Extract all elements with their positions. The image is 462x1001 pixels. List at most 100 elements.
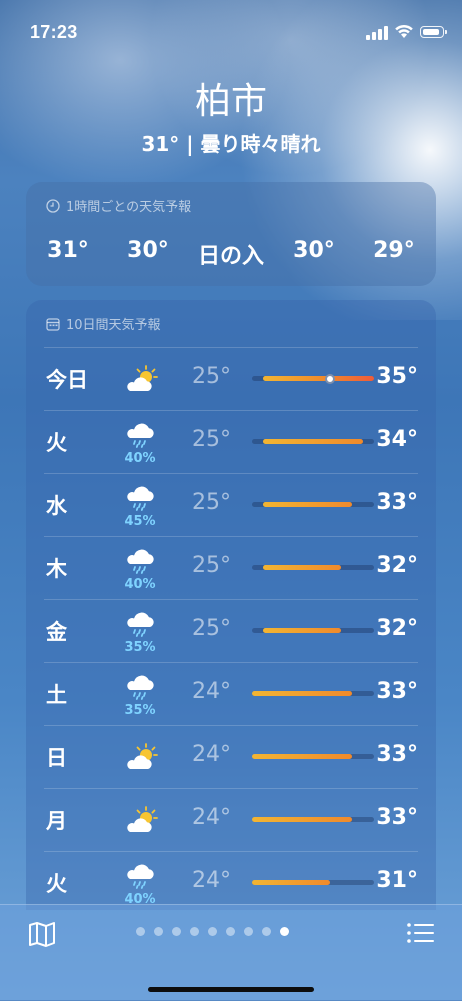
high-temperature: 35° xyxy=(376,364,418,389)
cloud-rain-icon xyxy=(124,608,158,638)
status-bar: 17:23 xyxy=(0,0,462,64)
cloud-rain-icon xyxy=(124,482,158,512)
clock-icon xyxy=(46,198,60,213)
ten-day-forecast-title: 10日間天気予報 xyxy=(66,318,161,333)
temperature-range-bar xyxy=(252,880,330,885)
temperature-range-bar xyxy=(263,565,341,570)
temperature-range-bar xyxy=(252,754,352,759)
forecast-row[interactable]: 木 40% 25° 32° xyxy=(44,536,418,599)
calendar-icon xyxy=(46,317,60,331)
cloud-rain-icon xyxy=(124,860,158,890)
sun-behind-cloud-icon xyxy=(124,364,158,394)
current-temperature-marker xyxy=(324,373,335,384)
temperature-range-track xyxy=(252,754,374,759)
page-dot[interactable] xyxy=(262,927,271,936)
temperature-range-bar xyxy=(263,376,374,381)
forecast-day: 木 xyxy=(46,557,67,581)
page-dot[interactable] xyxy=(226,927,235,936)
page-indicator[interactable] xyxy=(136,927,289,936)
temperature-range-track xyxy=(252,817,374,822)
city-name: 柏市 xyxy=(194,81,267,122)
forecast-day: 金 xyxy=(46,620,67,644)
high-temperature: 33° xyxy=(376,805,418,830)
bottom-toolbar xyxy=(0,904,462,1001)
precipitation-chance: 35% xyxy=(124,703,156,718)
page-dot[interactable] xyxy=(280,927,289,936)
high-temperature: 33° xyxy=(376,679,418,704)
temperature-range-track xyxy=(252,439,374,444)
hourly-item: 日の入 xyxy=(197,244,264,269)
forecast-day: 火 xyxy=(46,431,67,455)
sun-behind-cloud-icon xyxy=(124,805,158,835)
precipitation-chance: 40% xyxy=(124,451,156,466)
low-temperature: 25° xyxy=(192,427,231,452)
page-dot[interactable] xyxy=(154,927,163,936)
forecast-day: 日 xyxy=(46,746,67,770)
cloud-rain-icon xyxy=(124,545,158,575)
hourly-forecast-title: 1時間ごとの天気予報 xyxy=(66,200,192,215)
low-temperature: 24° xyxy=(192,868,231,893)
low-temperature: 25° xyxy=(192,364,231,389)
forecast-row[interactable]: 月 24° 33° xyxy=(44,788,418,851)
high-temperature: 31° xyxy=(376,868,418,893)
page-dot[interactable] xyxy=(208,927,217,936)
forecast-row[interactable]: 水 45% 25° 33° xyxy=(44,473,418,536)
high-temperature: 33° xyxy=(376,490,418,515)
list-icon[interactable] xyxy=(406,921,434,945)
current-summary: 31° | 曇り時々晴れ xyxy=(141,132,321,156)
wifi-icon xyxy=(395,24,413,38)
cellular-signal-icon xyxy=(366,26,388,40)
hourly-item: 30° xyxy=(127,238,169,263)
temperature-range-bar xyxy=(263,628,341,633)
ten-day-forecast-card[interactable]: 10日間天気予報 今日 25° 35° 火 40% 25° 34° 水 45% 25° 33° 木 40… xyxy=(26,300,436,910)
forecast-row[interactable]: 今日 25° 35° xyxy=(44,347,418,410)
sun-behind-cloud-icon xyxy=(124,742,158,772)
forecast-day: 月 xyxy=(46,809,67,833)
high-temperature: 33° xyxy=(376,742,418,767)
temperature-range-bar xyxy=(252,691,352,696)
cloud-rain-icon xyxy=(124,419,158,449)
hourly-item: 30° xyxy=(293,238,335,263)
high-temperature: 34° xyxy=(376,427,418,452)
forecast-row[interactable]: 火 40% 25° 34° xyxy=(44,410,418,473)
forecast-row[interactable]: 金 35% 25° 32° xyxy=(44,599,418,662)
low-temperature: 25° xyxy=(192,553,231,578)
temperature-range-track xyxy=(252,880,374,885)
forecast-day: 水 xyxy=(46,494,67,518)
ten-day-forecast-list: 今日 25° 35° 火 40% 25° 34° 水 45% 25° 33° 木 40% 25° 32° 金 3… xyxy=(44,347,418,914)
map-icon[interactable] xyxy=(28,921,56,947)
temperature-range-bar xyxy=(263,439,363,444)
temperature-range-bar xyxy=(252,817,352,822)
high-temperature: 32° xyxy=(376,553,418,578)
status-time: 17:23 xyxy=(30,22,78,42)
temperature-range-bar xyxy=(263,502,352,507)
precipitation-chance: 35% xyxy=(124,640,156,655)
temperature-range-track xyxy=(252,565,374,570)
forecast-day: 今日 xyxy=(46,368,88,392)
page-dot[interactable] xyxy=(190,927,199,936)
page-dot[interactable] xyxy=(244,927,253,936)
cloud-rain-icon xyxy=(124,671,158,701)
low-temperature: 24° xyxy=(192,679,231,704)
forecast-day: 火 xyxy=(46,872,67,896)
hourly-forecast-header: 1時間ごとの天気予報 xyxy=(46,196,191,215)
forecast-row[interactable]: 日 24° 33° xyxy=(44,725,418,788)
hourly-list: 31° 30° 日の入 30° 29° xyxy=(26,238,436,270)
forecast-day: 土 xyxy=(46,683,67,707)
temperature-range-track xyxy=(252,691,374,696)
high-temperature: 32° xyxy=(376,616,418,641)
precipitation-chance: 45% xyxy=(124,514,156,529)
forecast-row[interactable]: 土 35% 24° 33° xyxy=(44,662,418,725)
hourly-forecast-card[interactable]: 1時間ごとの天気予報 31° 30° 日の入 30° 29° xyxy=(26,182,436,286)
page-dot[interactable] xyxy=(172,927,181,936)
low-temperature: 25° xyxy=(192,616,231,641)
ten-day-forecast-header: 10日間天気予報 xyxy=(46,314,161,333)
page-dot[interactable] xyxy=(136,927,145,936)
low-temperature: 24° xyxy=(192,805,231,830)
temperature-range-track xyxy=(252,373,374,384)
temperature-range-track xyxy=(252,502,374,507)
precipitation-chance: 40% xyxy=(124,577,156,592)
low-temperature: 25° xyxy=(192,490,231,515)
hourly-item: 29° xyxy=(373,238,415,263)
battery-icon xyxy=(420,26,447,38)
